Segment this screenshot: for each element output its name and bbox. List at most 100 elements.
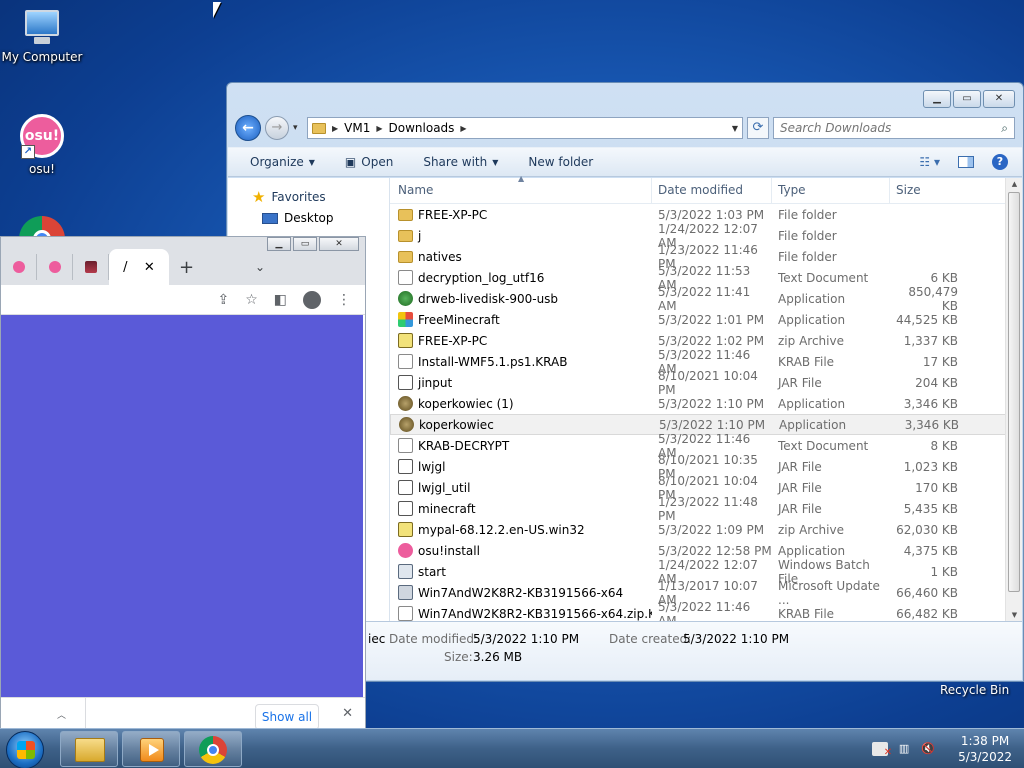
nav-desktop-label: Desktop: [284, 211, 334, 225]
address-bar[interactable]: ▶ VM1 ▶ Downloads ▶ ▼: [307, 117, 743, 139]
column-header-type[interactable]: Type: [772, 178, 890, 203]
desktop-icon-osu[interactable]: osu! ↗ osu!: [0, 114, 84, 176]
vertical-scrollbar[interactable]: ▲ ▼: [1005, 178, 1022, 621]
back-button[interactable]: ←: [235, 115, 261, 141]
tab-strip: / ✕ + ⌄: [1, 249, 365, 285]
taskbar-media-player-button[interactable]: [122, 731, 180, 767]
file-size: 170 KB: [915, 480, 958, 495]
chevron-right-icon[interactable]: ▶: [460, 124, 466, 133]
osu-favicon-icon: [48, 261, 61, 273]
file-name: osu!install: [418, 543, 480, 558]
tab-osu-1[interactable]: [1, 254, 37, 280]
file-date: 8/10/2021 10:04 PM: [658, 368, 758, 397]
file-name: Win7AndW2K8R2-KB3191566-x64: [418, 585, 624, 600]
search-icon[interactable]: ⌕: [1001, 121, 1008, 136]
close-button[interactable]: ✕: [983, 90, 1015, 108]
page-content[interactable]: [1, 315, 363, 699]
upd-icon: [398, 585, 413, 600]
chevron-down-icon: ▼: [492, 157, 499, 167]
menu-kebab-icon[interactable]: ⋮: [337, 292, 351, 308]
recycle-bin-label[interactable]: Recycle Bin: [940, 683, 1009, 697]
nav-favorites[interactable]: ★ Favorites: [228, 186, 389, 208]
folder-icon: [398, 250, 413, 263]
open-button[interactable]: ▣ Open: [345, 155, 393, 169]
maximize-button[interactable]: ▭: [953, 90, 981, 108]
scroll-thumb[interactable]: [1008, 192, 1020, 592]
breadcrumb-item[interactable]: VM1: [344, 121, 370, 135]
system-tray: ▥ 🔇 1:38 PM 5/3/2022: [872, 731, 1012, 767]
close-icon[interactable]: ✕: [342, 706, 353, 721]
file-type: KRAB File: [778, 354, 835, 369]
taskbar-chrome-button[interactable]: [184, 731, 242, 767]
share-with-button[interactable]: Share with ▼: [423, 155, 498, 169]
organize-button[interactable]: Organize ▼: [250, 155, 315, 169]
new-folder-button[interactable]: New folder: [528, 155, 593, 169]
help-icon[interactable]: ?: [992, 154, 1008, 170]
breadcrumb-item[interactable]: Downloads: [389, 121, 455, 135]
chevron-right-icon[interactable]: ▶: [332, 124, 338, 133]
file-type: JAR File: [778, 375, 822, 390]
search-box[interactable]: ⌕: [773, 117, 1015, 139]
folder-icon: [398, 208, 413, 221]
nav-desktop[interactable]: Desktop: [228, 208, 389, 228]
file-size: 5,435 KB: [903, 501, 958, 516]
file-size: 850,479 KB: [908, 284, 958, 313]
tab-osu-2[interactable]: [37, 254, 73, 280]
file-row[interactable]: mypal-68.12.2.en-US.win32 5/3/2022 1:09 P…: [390, 519, 1022, 540]
file-name: decryption_log_utf16: [418, 270, 545, 285]
mouse-cursor-icon: [213, 2, 221, 18]
chevron-up-icon[interactable]: ︿: [57, 708, 66, 721]
minimize-button[interactable]: ▁: [923, 90, 951, 108]
start-button[interactable]: [6, 731, 44, 768]
preview-pane-icon[interactable]: [958, 156, 974, 168]
tab-search-icon[interactable]: ⌄: [255, 260, 265, 274]
action-center-icon[interactable]: [872, 742, 892, 760]
scroll-down-icon[interactable]: ▼: [1006, 611, 1023, 619]
forward-button[interactable]: →: [265, 116, 289, 140]
column-header-size[interactable]: Size: [890, 178, 960, 203]
file-date: 5/3/2022 1:01 PM: [658, 312, 765, 327]
address-row: ← → ▾ ▶ VM1 ▶ Downloads ▶ ▼ ⟳ ⌕: [235, 115, 1015, 141]
refresh-button[interactable]: ⟳: [747, 117, 769, 139]
change-view-icon[interactable]: ☷ ▾: [919, 155, 940, 169]
share-icon[interactable]: ⇪: [217, 292, 229, 308]
show-all-button[interactable]: Show all: [255, 704, 319, 730]
doc-icon: [398, 438, 413, 453]
bookmark-star-icon[interactable]: ☆: [245, 292, 258, 308]
file-type: Application: [778, 291, 846, 306]
tab-active[interactable]: / ✕: [109, 249, 169, 285]
file-size: 204 KB: [915, 375, 958, 390]
volume-muted-icon[interactable]: 🔇: [920, 742, 936, 756]
profile-avatar-icon[interactable]: [303, 290, 321, 309]
recent-pages-dropdown[interactable]: ▾: [293, 123, 303, 133]
file-row[interactable]: jinput 8/10/2021 10:04 PM JAR File 204 KB: [390, 369, 1022, 397]
file-size: 1,023 KB: [903, 459, 958, 474]
new-tab-icon[interactable]: +: [179, 257, 194, 278]
file-date: 5/3/2022 1:02 PM: [658, 333, 765, 348]
file-row[interactable]: koperkowiec (1) 5/3/2022 1:10 PM Applicati…: [390, 393, 1022, 414]
side-panel-icon[interactable]: ◧: [274, 292, 287, 308]
address-dropdown-icon[interactable]: ▼: [732, 124, 738, 133]
network-icon[interactable]: ▥: [896, 742, 912, 756]
column-header-date[interactable]: Date modified: [652, 178, 772, 203]
chrome-toolbar: ⇪ ☆ ◧ ⋮: [1, 285, 365, 315]
file-size: 8 KB: [930, 438, 958, 453]
app-brown-icon: [398, 396, 413, 411]
file-row[interactable]: FreeMinecraft 5/3/2022 1:01 PM Application…: [390, 309, 1022, 330]
file-row[interactable]: drweb-livedisk-900-usb 5/3/2022 11:41 AM A…: [390, 285, 1022, 313]
tab-close-icon[interactable]: ✕: [144, 260, 155, 275]
file-type: Application: [779, 417, 847, 432]
search-input[interactable]: [780, 121, 1002, 135]
chevron-right-icon[interactable]: ▶: [376, 124, 382, 133]
clock[interactable]: 1:38 PM 5/3/2022: [958, 733, 1012, 765]
file-rows: FREE-XP-PC 5/3/2022 1:03 PM File folder j 1/…: [390, 204, 1022, 624]
file-row[interactable]: minecraft 1/23/2022 11:48 PM JAR File 5,435…: [390, 495, 1022, 523]
desktop-icon-my-computer[interactable]: My Computer: [0, 10, 84, 64]
details-size: 3.26 MB: [473, 650, 523, 664]
file-size: 3,346 KB: [904, 417, 959, 432]
taskbar-explorer-button[interactable]: [60, 731, 118, 767]
scroll-up-icon[interactable]: ▲: [1006, 180, 1023, 188]
jar-icon: [398, 480, 413, 495]
file-name: koperkowiec: [419, 417, 494, 432]
tab-image[interactable]: [73, 254, 109, 280]
